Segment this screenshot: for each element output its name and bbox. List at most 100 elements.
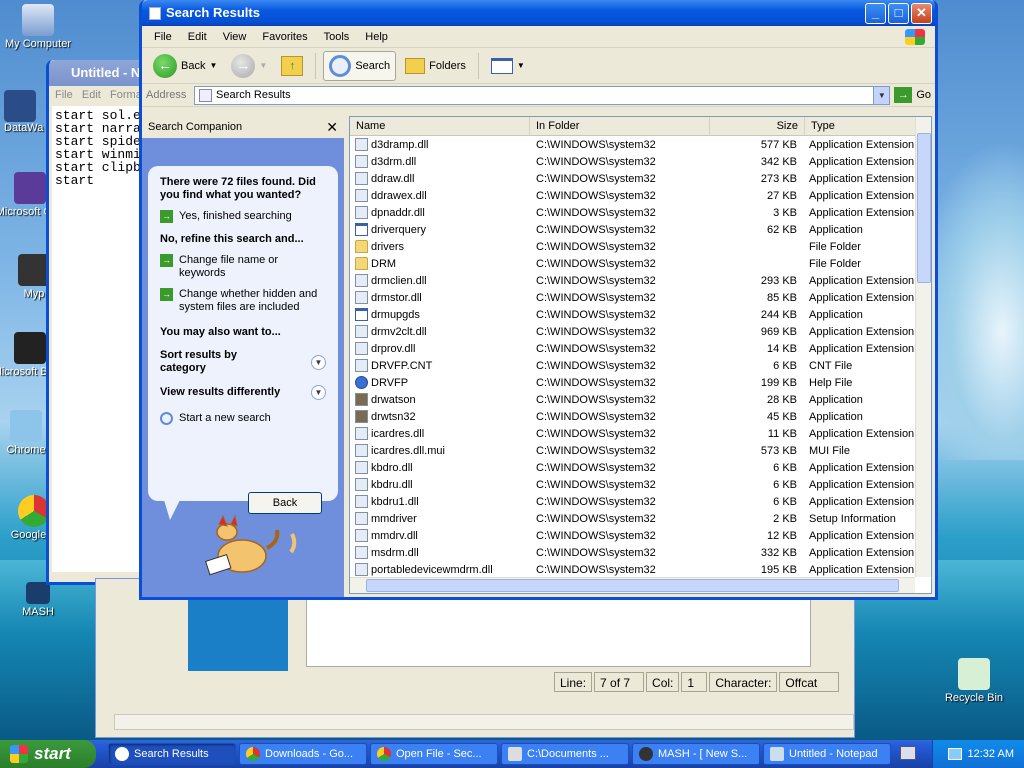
menu-file[interactable]: File — [146, 29, 180, 45]
horizontal-scrollbar[interactable] — [114, 714, 854, 730]
menu-tools[interactable]: Tools — [316, 29, 358, 45]
view-results-link[interactable]: View results differently ▼ — [160, 385, 326, 400]
table-row[interactable]: msdrm.dll C:\WINDOWS\system32 332 KB Applic… — [350, 544, 915, 561]
menu-view[interactable]: View — [215, 29, 255, 45]
table-row[interactable]: d3drm.dll C:\WINDOWS\system32 342 KB Applic… — [350, 153, 915, 170]
cell-folder: C:\WINDOWS\system32 — [536, 410, 656, 423]
network-icon[interactable] — [947, 748, 962, 760]
yes-finished-link[interactable]: → Yes, finished searching — [160, 210, 326, 223]
file-icon — [355, 291, 368, 304]
task-downloads[interactable]: Downloads - Go... — [239, 743, 367, 765]
sort-results-link[interactable]: Sort results by category ▼ — [160, 349, 326, 375]
forward-button[interactable]: → ▼ — [226, 51, 272, 81]
table-row[interactable]: portabledevicewmdrm.dll C:\WINDOWS\system… — [350, 561, 915, 578]
content-area: Search Companion ✕ There were 72 files f… — [142, 110, 935, 597]
status-char-value: Offcat — [785, 676, 818, 690]
clock[interactable]: 12:32 AM — [968, 748, 1014, 760]
desktop-icon-label: MASH — [22, 606, 54, 618]
cell-size: 11 KB — [767, 427, 797, 440]
column-header-name[interactable]: Name — [350, 117, 530, 135]
cell-name: DRVFP — [350, 376, 530, 389]
desktop-icon-my-computer[interactable]: My Computer — [0, 4, 80, 50]
menu-edit[interactable]: Edit — [82, 89, 101, 101]
desktop-icon-recycle-bin[interactable]: Recycle Bin — [932, 658, 1016, 704]
task-documents[interactable]: C:\Documents ... — [501, 743, 629, 765]
title-bar[interactable]: Search Results _ □ ✕ — [142, 0, 935, 26]
table-row[interactable]: d3dramp.dll C:\WINDOWS\system32 577 KB Appl… — [350, 136, 915, 153]
menu-format[interactable]: Forma — [110, 89, 142, 101]
new-search-link[interactable]: Start a new search — [160, 412, 326, 425]
link-label: Change whether hidden and system files a… — [179, 288, 318, 313]
go-button[interactable]: → Go — [894, 87, 931, 103]
menu-edit[interactable]: Edit — [180, 29, 215, 45]
search-button[interactable]: Search — [323, 50, 397, 81]
change-file-name-link[interactable]: → Change file name or keywords — [160, 254, 326, 280]
table-row[interactable]: DRM C:\WINDOWS\system32 File Folder — [350, 255, 915, 272]
table-row[interactable]: ddraw.dll C:\WINDOWS\system32 273 KB Applic… — [350, 170, 915, 187]
minimize-button[interactable]: _ — [865, 3, 886, 24]
table-row[interactable]: icardres.dll C:\WINDOWS\system32 11 KB Appl… — [350, 425, 915, 442]
windows-logo-icon — [10, 745, 28, 763]
table-row[interactable]: DRVFP C:\WINDOWS\system32 199 KB Help File — [350, 374, 915, 391]
column-header-type[interactable]: Type — [805, 117, 931, 135]
file-icon — [355, 189, 368, 202]
address-dropdown-button[interactable]: ▼ — [873, 86, 890, 104]
table-row[interactable]: mmdrv.dll C:\WINDOWS\system32 12 KB Applica… — [350, 527, 915, 544]
desktop-icon-mash[interactable]: MASH — [0, 582, 80, 618]
table-row[interactable]: drmupgds C:\WINDOWS\system32 244 KB Applica… — [350, 306, 915, 323]
address-field[interactable]: Search Results ▼ — [194, 85, 891, 105]
table-row[interactable]: drmclien.dll C:\WINDOWS\system32 293 KB App… — [350, 272, 915, 289]
keyboard-icon[interactable] — [900, 746, 916, 760]
table-row[interactable]: drwtsn32 C:\WINDOWS\system32 45 KB Applicat… — [350, 408, 915, 425]
cell-size: 2 KB — [773, 512, 797, 525]
search-results-window[interactable]: Search Results _ □ ✕ File Edit View Favo… — [139, 0, 938, 600]
table-row[interactable]: mmdriver C:\WINDOWS\system32 2 KB Setup Inf… — [350, 510, 915, 527]
table-row[interactable]: kbdru.dll C:\WINDOWS\system32 6 KB Applicat… — [350, 476, 915, 493]
table-row[interactable]: drwatson C:\WINDOWS\system32 28 KB Applicat… — [350, 391, 915, 408]
scroll-thumb[interactable] — [917, 133, 931, 283]
7zip-icon — [508, 747, 522, 761]
table-row[interactable]: drmstor.dll C:\WINDOWS\system32 85 KB Appli… — [350, 289, 915, 306]
horizontal-scrollbar[interactable] — [350, 577, 915, 593]
close-icon[interactable]: ✕ — [326, 119, 338, 136]
cell-name: drwatson — [350, 393, 530, 406]
task-open-file[interactable]: Open File - Sec... — [370, 743, 498, 765]
views-button[interactable]: ▼ — [486, 55, 530, 77]
table-row[interactable]: kbdro.dll C:\WINDOWS\system32 6 KB Applicat… — [350, 459, 915, 476]
table-row[interactable]: DRVFP.CNT C:\WINDOWS\system32 6 KB CNT File — [350, 357, 915, 374]
task-notepad[interactable]: Untitled - Notepad — [763, 743, 891, 765]
maximize-button[interactable]: □ — [888, 3, 909, 24]
change-hidden-files-link[interactable]: → Change whether hidden and system files… — [160, 288, 326, 314]
start-button[interactable]: start — [0, 740, 96, 768]
list-rows: d3dramp.dll C:\WINDOWS\system32 577 KB Appl… — [350, 136, 915, 578]
cell-name: kbdro.dll — [350, 461, 530, 474]
folders-button[interactable]: Folders — [400, 55, 471, 77]
notepad-text[interactable]: start sol.e start narra start spide star… — [52, 106, 153, 572]
scroll-thumb[interactable] — [366, 579, 899, 592]
back-button[interactable]: ← Back ▼ — [148, 51, 222, 81]
vertical-scrollbar[interactable] — [915, 117, 931, 577]
menu-help[interactable]: Help — [357, 29, 396, 45]
task-search-results[interactable]: Search Results — [108, 743, 236, 765]
table-row[interactable]: dpnaddr.dll C:\WINDOWS\system32 3 KB Applic… — [350, 204, 915, 221]
table-row[interactable]: drmv2clt.dll C:\WINDOWS\system32 969 KB App… — [350, 323, 915, 340]
background-window[interactable]: Line: 7 of 7 Col: 1 Character: Offcat — [95, 578, 855, 738]
up-folder-button[interactable]: ↑ — [276, 53, 308, 79]
table-row[interactable]: icardres.dll.mui C:\WINDOWS\system32 573 K… — [350, 442, 915, 459]
menu-file[interactable]: File — [55, 89, 73, 101]
companion-back-button[interactable]: Back — [248, 492, 322, 514]
table-row[interactable]: drprov.dll C:\WINDOWS\system32 14 KB Applic… — [350, 340, 915, 357]
close-button[interactable]: ✕ — [911, 3, 932, 24]
table-row[interactable]: driverquery C:\WINDOWS\system32 62 KB Appli… — [350, 221, 915, 238]
table-row[interactable]: kbdru1.dll C:\WINDOWS\system32 6 KB Applica… — [350, 493, 915, 510]
table-row[interactable]: drivers C:\WINDOWS\system32 File Folder — [350, 238, 915, 255]
cell-size: 27 KB — [767, 189, 797, 202]
status-bar: Line: 7 of 7 Col: 1 Character: Offcat — [554, 672, 944, 692]
results-list-view[interactable]: Name In Folder Size Type d3dramp.dll C:\W… — [349, 116, 932, 594]
table-row[interactable]: ddrawex.dll C:\WINDOWS\system32 27 KB Appli… — [350, 187, 915, 204]
column-header-folder[interactable]: In Folder — [530, 117, 710, 135]
column-header-size[interactable]: Size — [710, 117, 805, 135]
task-mash[interactable]: MASH - [ New S... — [632, 743, 760, 765]
cell-name: drprov.dll — [350, 342, 530, 355]
menu-favorites[interactable]: Favorites — [254, 29, 315, 45]
